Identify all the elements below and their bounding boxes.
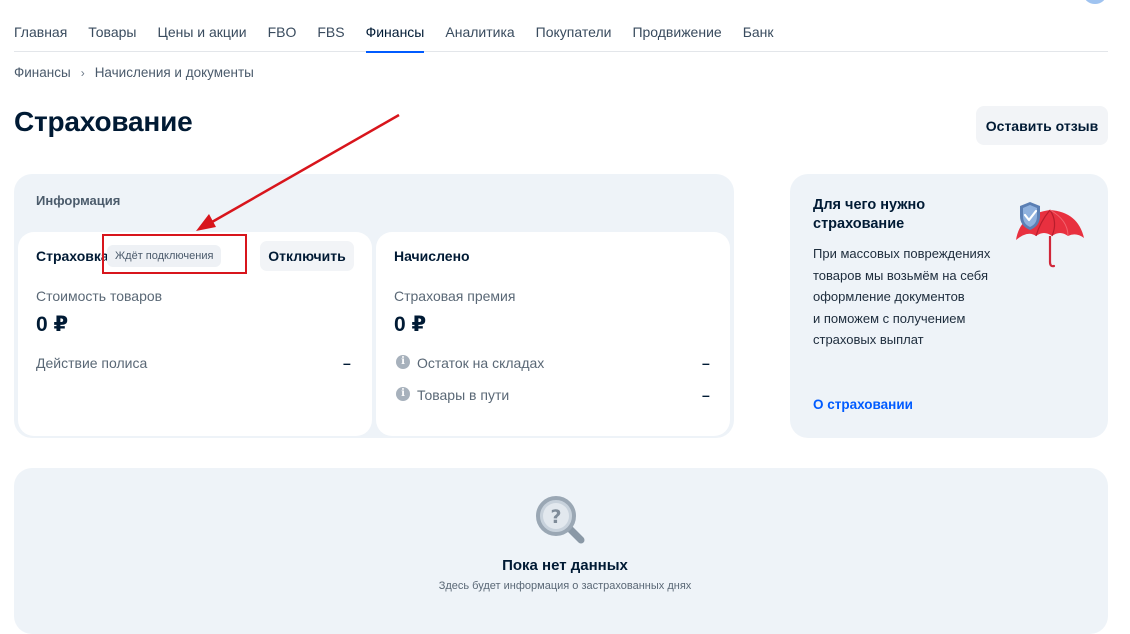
breadcrumb-finance[interactable]: Финансы [14, 65, 71, 80]
nav-item-main[interactable]: Главная [14, 14, 67, 52]
premium-value: 0 ₽ [394, 313, 427, 336]
transit-value: – [702, 387, 710, 403]
nav-item-buyers[interactable]: Покупатели [536, 14, 612, 52]
policy-label: Действие полиса [36, 355, 148, 371]
info-icon[interactable]: i [396, 387, 410, 401]
why-insurance-line: товаров мы возьмём на себя [813, 267, 988, 283]
about-insurance-link[interactable]: О страховании [813, 397, 913, 412]
why-insurance-line: и поможем с получением [813, 310, 966, 326]
breadcrumb: Финансы › Начисления и документы [14, 65, 254, 80]
empty-state-panel [14, 468, 1108, 634]
why-insurance-line: страховых выплат [813, 332, 924, 347]
why-insurance-line: При массовых повреждениях [813, 246, 991, 261]
leave-feedback-button[interactable]: Оставить отзыв [976, 106, 1108, 145]
accrued-label: Начислено [394, 248, 470, 264]
nav-item-goods[interactable]: Товары [88, 14, 136, 52]
warehouse-value: – [702, 355, 710, 371]
svg-text:?: ? [550, 506, 561, 528]
why-insurance-line: оформление документов [813, 289, 965, 304]
nav-item-fbo[interactable]: FBO [268, 14, 297, 52]
info-panel-title: Информация [36, 193, 121, 208]
nav-item-finance[interactable]: Финансы [365, 14, 424, 53]
nav-item-bank[interactable]: Банк [743, 14, 774, 52]
why-insurance-text: При массовых повреждениях товаров мы воз… [813, 243, 1013, 351]
nav-item-prices[interactable]: Цены и акции [157, 14, 246, 52]
insurance-label: Страховка [36, 248, 109, 264]
nav-item-promotion[interactable]: Продвижение [632, 14, 721, 52]
magnifier-question-icon: ? [536, 496, 585, 544]
goods-cost-label: Стоимость товаров [36, 288, 163, 304]
empty-state-subtitle: Здесь будет информация о застрахованных … [438, 580, 692, 592]
info-icon[interactable]: i [396, 355, 410, 369]
page-title: Страхование [14, 106, 193, 137]
premium-label: Страховая премия [394, 288, 516, 304]
chevron-right-icon: › [80, 65, 85, 80]
disconnect-button[interactable]: Отключить [260, 241, 354, 271]
empty-state-title: Пока нет данных [502, 557, 628, 574]
policy-value: – [343, 355, 351, 371]
umbrella-shield-icon [1016, 202, 1084, 268]
highlight-box [102, 234, 247, 274]
top-navigation: Главная Товары Цены и акции FBO FBS Фина… [14, 14, 1108, 53]
warehouse-label: Остаток на складах [417, 355, 545, 371]
transit-label: Товары в пути [417, 387, 510, 403]
nav-item-analytics[interactable]: Аналитика [445, 14, 514, 52]
breadcrumb-accruals[interactable]: Начисления и документы [95, 65, 254, 80]
why-insurance-title: Для чего нужно страхование [813, 197, 926, 232]
goods-cost-value: 0 ₽ [36, 313, 69, 336]
nav-item-fbs[interactable]: FBS [317, 14, 344, 52]
user-avatar[interactable] [1084, 0, 1106, 4]
